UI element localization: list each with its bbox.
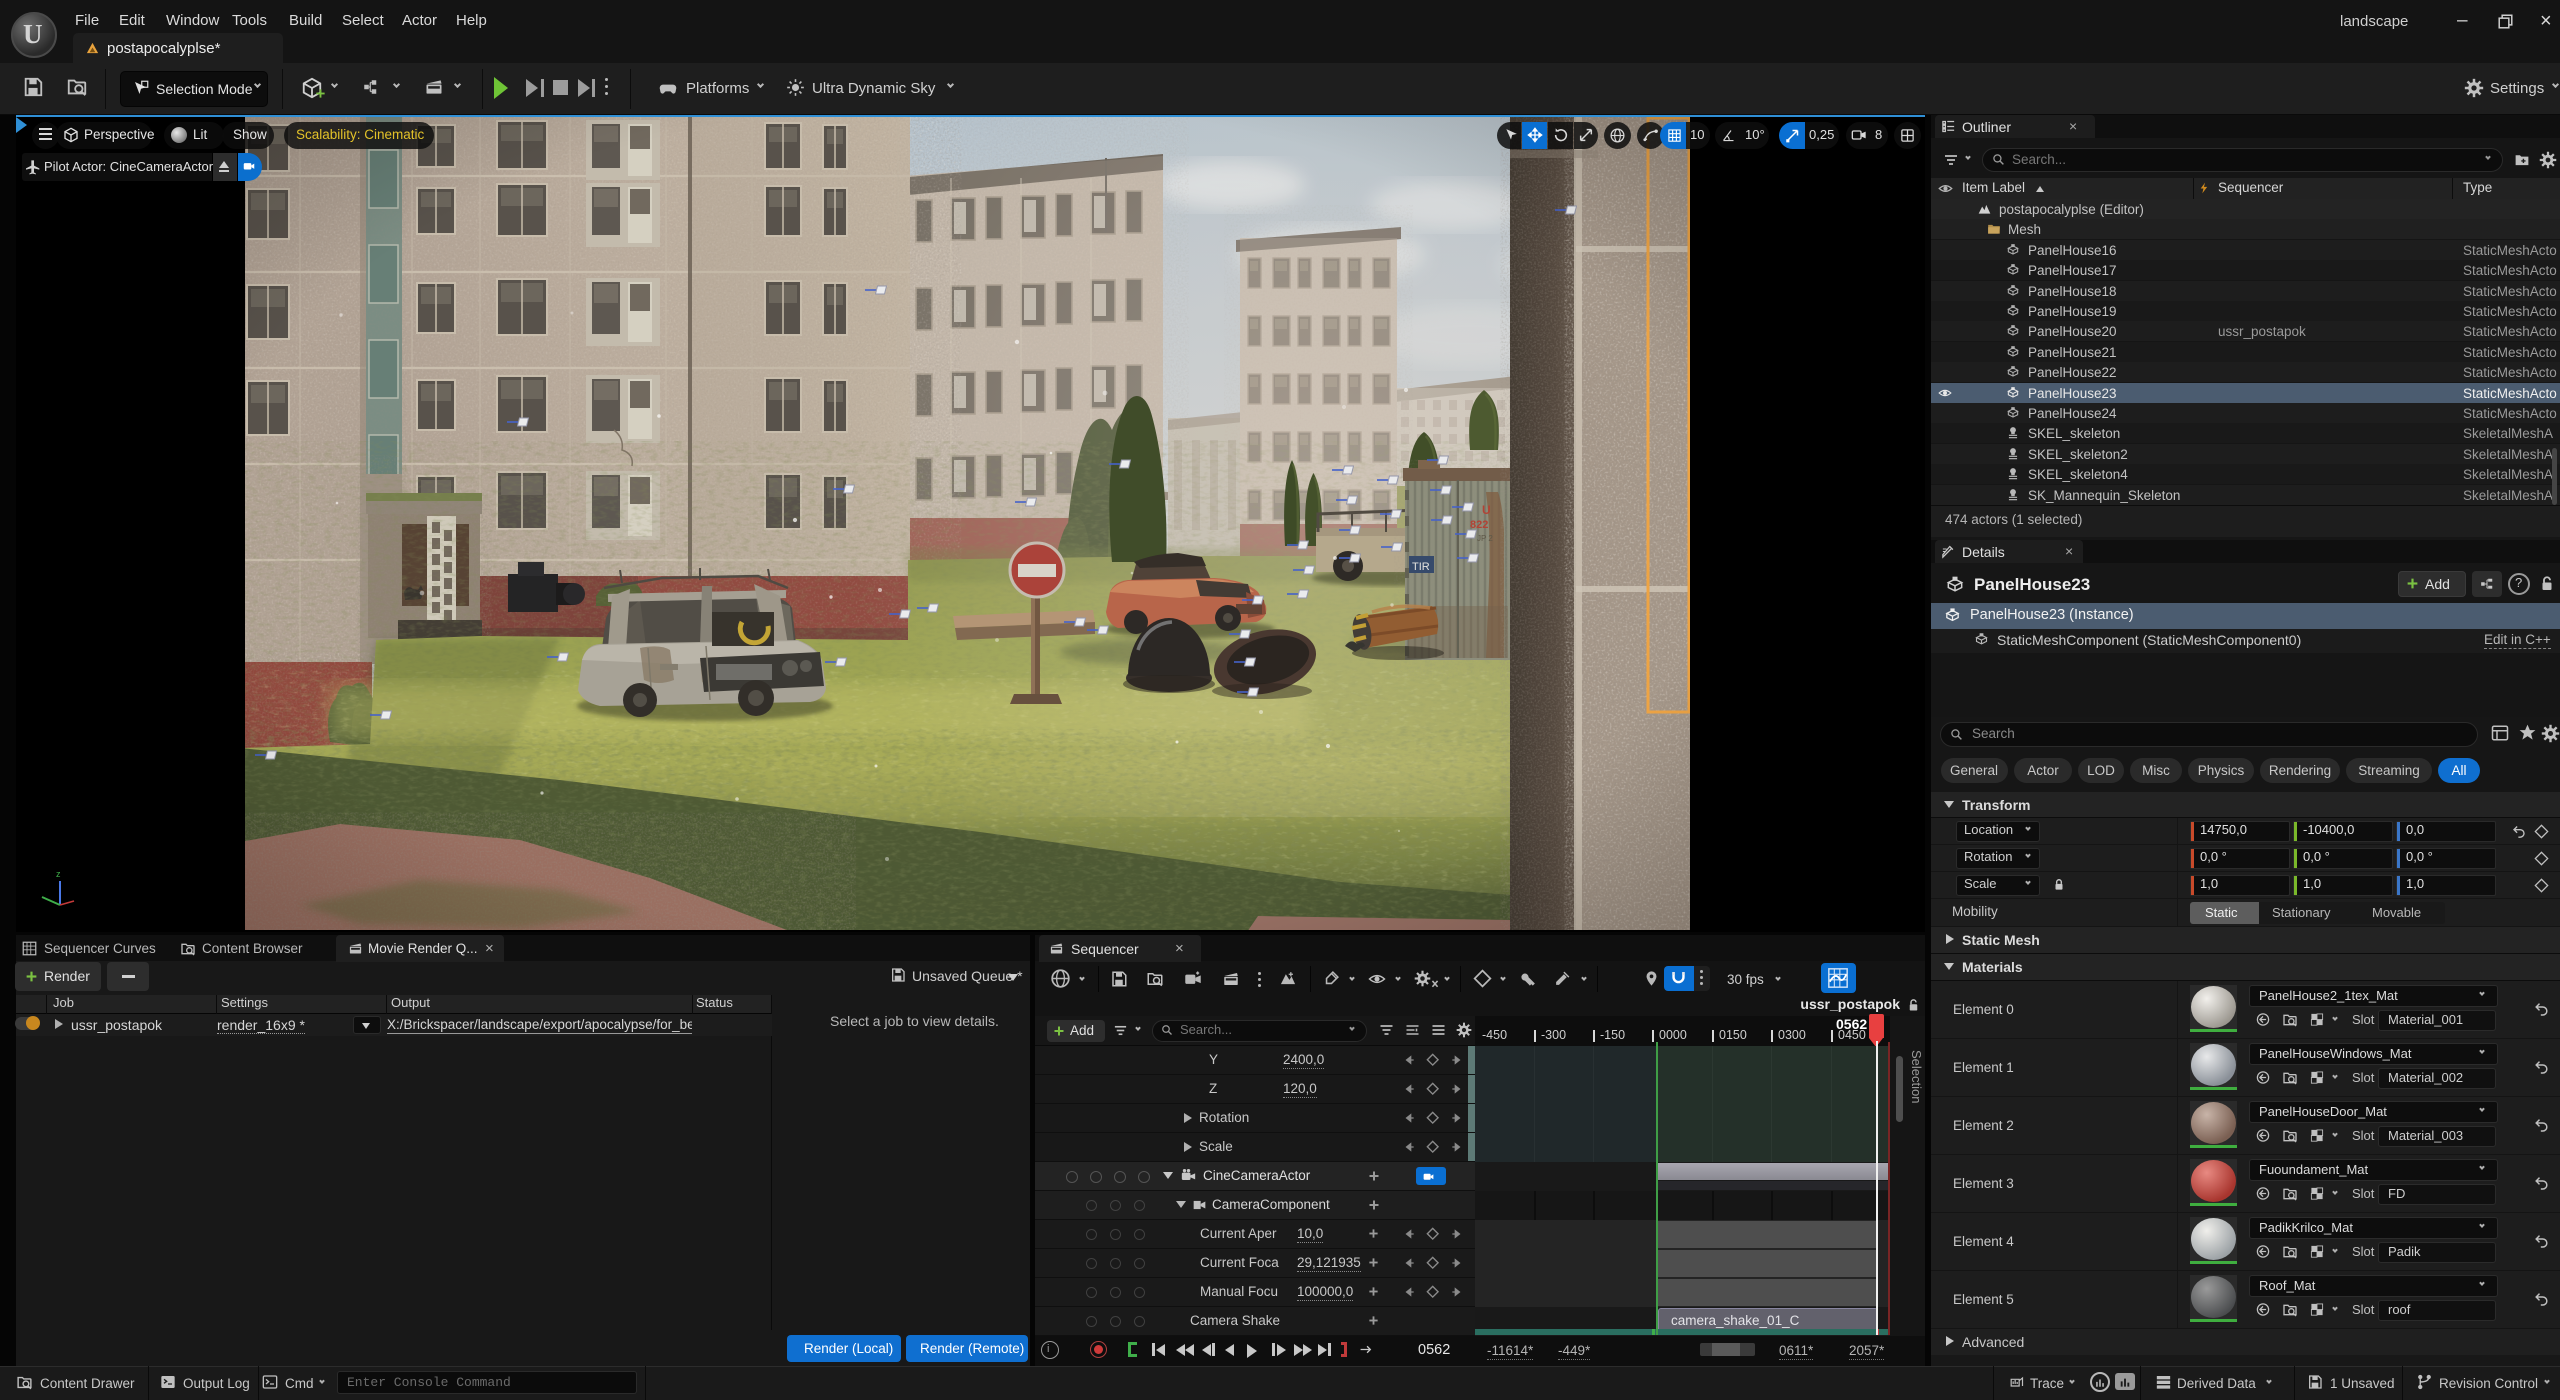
svg-text:z: z bbox=[56, 869, 61, 879]
